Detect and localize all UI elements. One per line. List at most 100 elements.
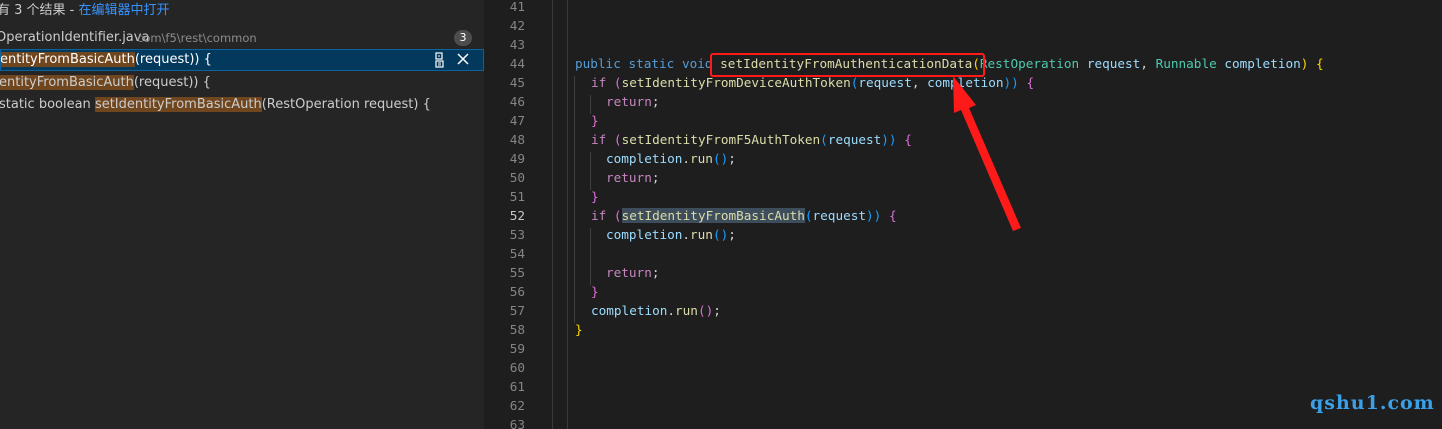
line-number: 60 <box>509 360 525 375</box>
line-number: 43 <box>509 37 525 52</box>
code-token: request <box>1086 56 1141 71</box>
code-token: . <box>682 227 691 242</box>
code-token: )) <box>1003 75 1019 90</box>
match-highlight: setIdentityFromBasicAuth <box>94 97 262 112</box>
open-in-editor-link[interactable]: 在编辑器中打开 <box>79 3 170 18</box>
match-highlight: entityFromBasicAuth <box>0 75 134 90</box>
code-line-47: } <box>591 111 599 130</box>
code-token: } <box>591 113 599 128</box>
code-line-55: return; <box>606 263 659 282</box>
line-number-gutter: 41 42 43 44 45 46 47 48 49 50 51 52 53 54 55 56 57 58 59 60… <box>485 0 545 429</box>
search-match-item[interactable]: entityFromBasicAuth(request)) { <box>0 72 484 94</box>
line-number: 48 <box>509 132 525 147</box>
line-number: 62 <box>509 398 525 413</box>
code-line-53: completion.run(); <box>606 225 736 244</box>
search-summary: 有 3 个结果 - 在编辑器中打开 <box>0 2 170 20</box>
line-number: 50 <box>509 170 525 185</box>
line-number: 54 <box>509 246 525 261</box>
line-number: 46 <box>509 94 525 109</box>
code-token: , <box>911 75 920 90</box>
code-token: static <box>628 56 675 71</box>
code-token: run <box>675 303 698 318</box>
code-token: if <box>591 75 607 90</box>
code-token: ; <box>728 227 736 242</box>
code-token: if <box>591 132 607 147</box>
code-token: { <box>1026 75 1035 90</box>
indent-guide <box>590 228 591 285</box>
code-line-46: return; <box>606 92 659 111</box>
code-token: () <box>712 151 729 166</box>
code-line-52: if (setIdentityFromBasicAuth(request)) { <box>591 206 897 225</box>
code-token: request <box>858 75 912 90</box>
code-token: request <box>827 132 882 147</box>
code-token: ; <box>728 151 736 166</box>
code-token: RestOperation <box>979 56 1080 71</box>
code-token: void <box>681 56 713 71</box>
code-token: return <box>606 170 652 185</box>
line-number: 57 <box>509 303 525 318</box>
line-number: 56 <box>509 284 525 299</box>
line-number: 61 <box>509 379 525 394</box>
code-token: () <box>697 303 714 318</box>
code-token: return <box>606 94 652 109</box>
close-icon[interactable] <box>456 52 470 66</box>
line-number: 59 <box>509 341 525 356</box>
code-line-49: completion.run(); <box>606 149 736 168</box>
code-token: run <box>690 227 713 242</box>
match-after: (request)) { <box>133 75 211 90</box>
indent-guide <box>590 152 591 190</box>
code-token: () <box>712 227 729 242</box>
code-token: , <box>1140 56 1148 71</box>
code-token: )) <box>881 132 897 147</box>
code-token: { <box>904 132 912 147</box>
match-before: static boolean <box>0 97 95 112</box>
code-line-58: } <box>575 320 583 339</box>
code-token: Runnable <box>1155 56 1217 71</box>
result-file-row[interactable]: OperationIdentifier.java com\f5\rest\com… <box>0 27 484 49</box>
code-line-57: completion.run(); <box>591 301 721 320</box>
code-token: ( <box>613 208 622 223</box>
code-token: ( <box>820 132 828 147</box>
gutter-divider <box>552 0 553 429</box>
line-number: 42 <box>509 18 525 33</box>
code-token: setIdentityFromDeviceAuthToken <box>621 75 851 90</box>
line-number: 45 <box>509 75 525 90</box>
code-token: completion <box>1224 56 1301 71</box>
line-number: 63 <box>509 417 525 429</box>
line-number: 47 <box>509 113 525 128</box>
replace-icon[interactable] <box>432 52 448 68</box>
match-after: (RestOperation request) { <box>261 97 431 112</box>
code-token: } <box>591 189 599 204</box>
match-text: static boolean setIdentityFromBasicAuth(… <box>0 94 431 116</box>
code-token: if <box>591 208 607 223</box>
code-token: . <box>667 303 676 318</box>
match-text: entityFromBasicAuth(request)) { <box>1 50 212 70</box>
line-number: 44 <box>509 56 525 71</box>
selected-token: setIdentityFromBasicAuth <box>621 208 805 223</box>
search-match-item[interactable]: static boolean setIdentityFromBasicAuth(… <box>0 94 484 116</box>
file-path: com\f5\rest\common <box>137 31 257 45</box>
line-number: 55 <box>509 265 525 280</box>
code-token: ; <box>651 170 660 185</box>
code-token: completion <box>591 303 668 318</box>
line-number: 49 <box>509 151 525 166</box>
line-number: 41 <box>509 0 525 14</box>
code-token: setIdentityFromF5AuthToken <box>621 132 821 147</box>
match-after: (request)) { <box>134 52 212 67</box>
code-line-50: return; <box>606 168 659 187</box>
code-token: request <box>812 208 867 223</box>
code-token: { <box>1316 56 1324 71</box>
code-token: completion <box>927 75 1004 90</box>
code-line-56: } <box>591 282 599 301</box>
file-name: OperationIdentifier.java <box>0 30 150 45</box>
match-text: entityFromBasicAuth(request)) { <box>0 72 211 94</box>
search-match-item[interactable]: entityFromBasicAuth(request)) { <box>0 49 484 71</box>
code-token: { <box>888 208 897 223</box>
search-results-panel: 有 3 个结果 - 在编辑器中打开 OperationIdentifier.ja… <box>0 0 484 429</box>
code-token: completion <box>606 227 683 242</box>
code-token: } <box>591 284 599 299</box>
code-token: ; <box>651 94 660 109</box>
code-token: ( <box>804 208 813 223</box>
line-number: 51 <box>509 189 525 204</box>
watermark: qshu1.com <box>1310 392 1435 414</box>
